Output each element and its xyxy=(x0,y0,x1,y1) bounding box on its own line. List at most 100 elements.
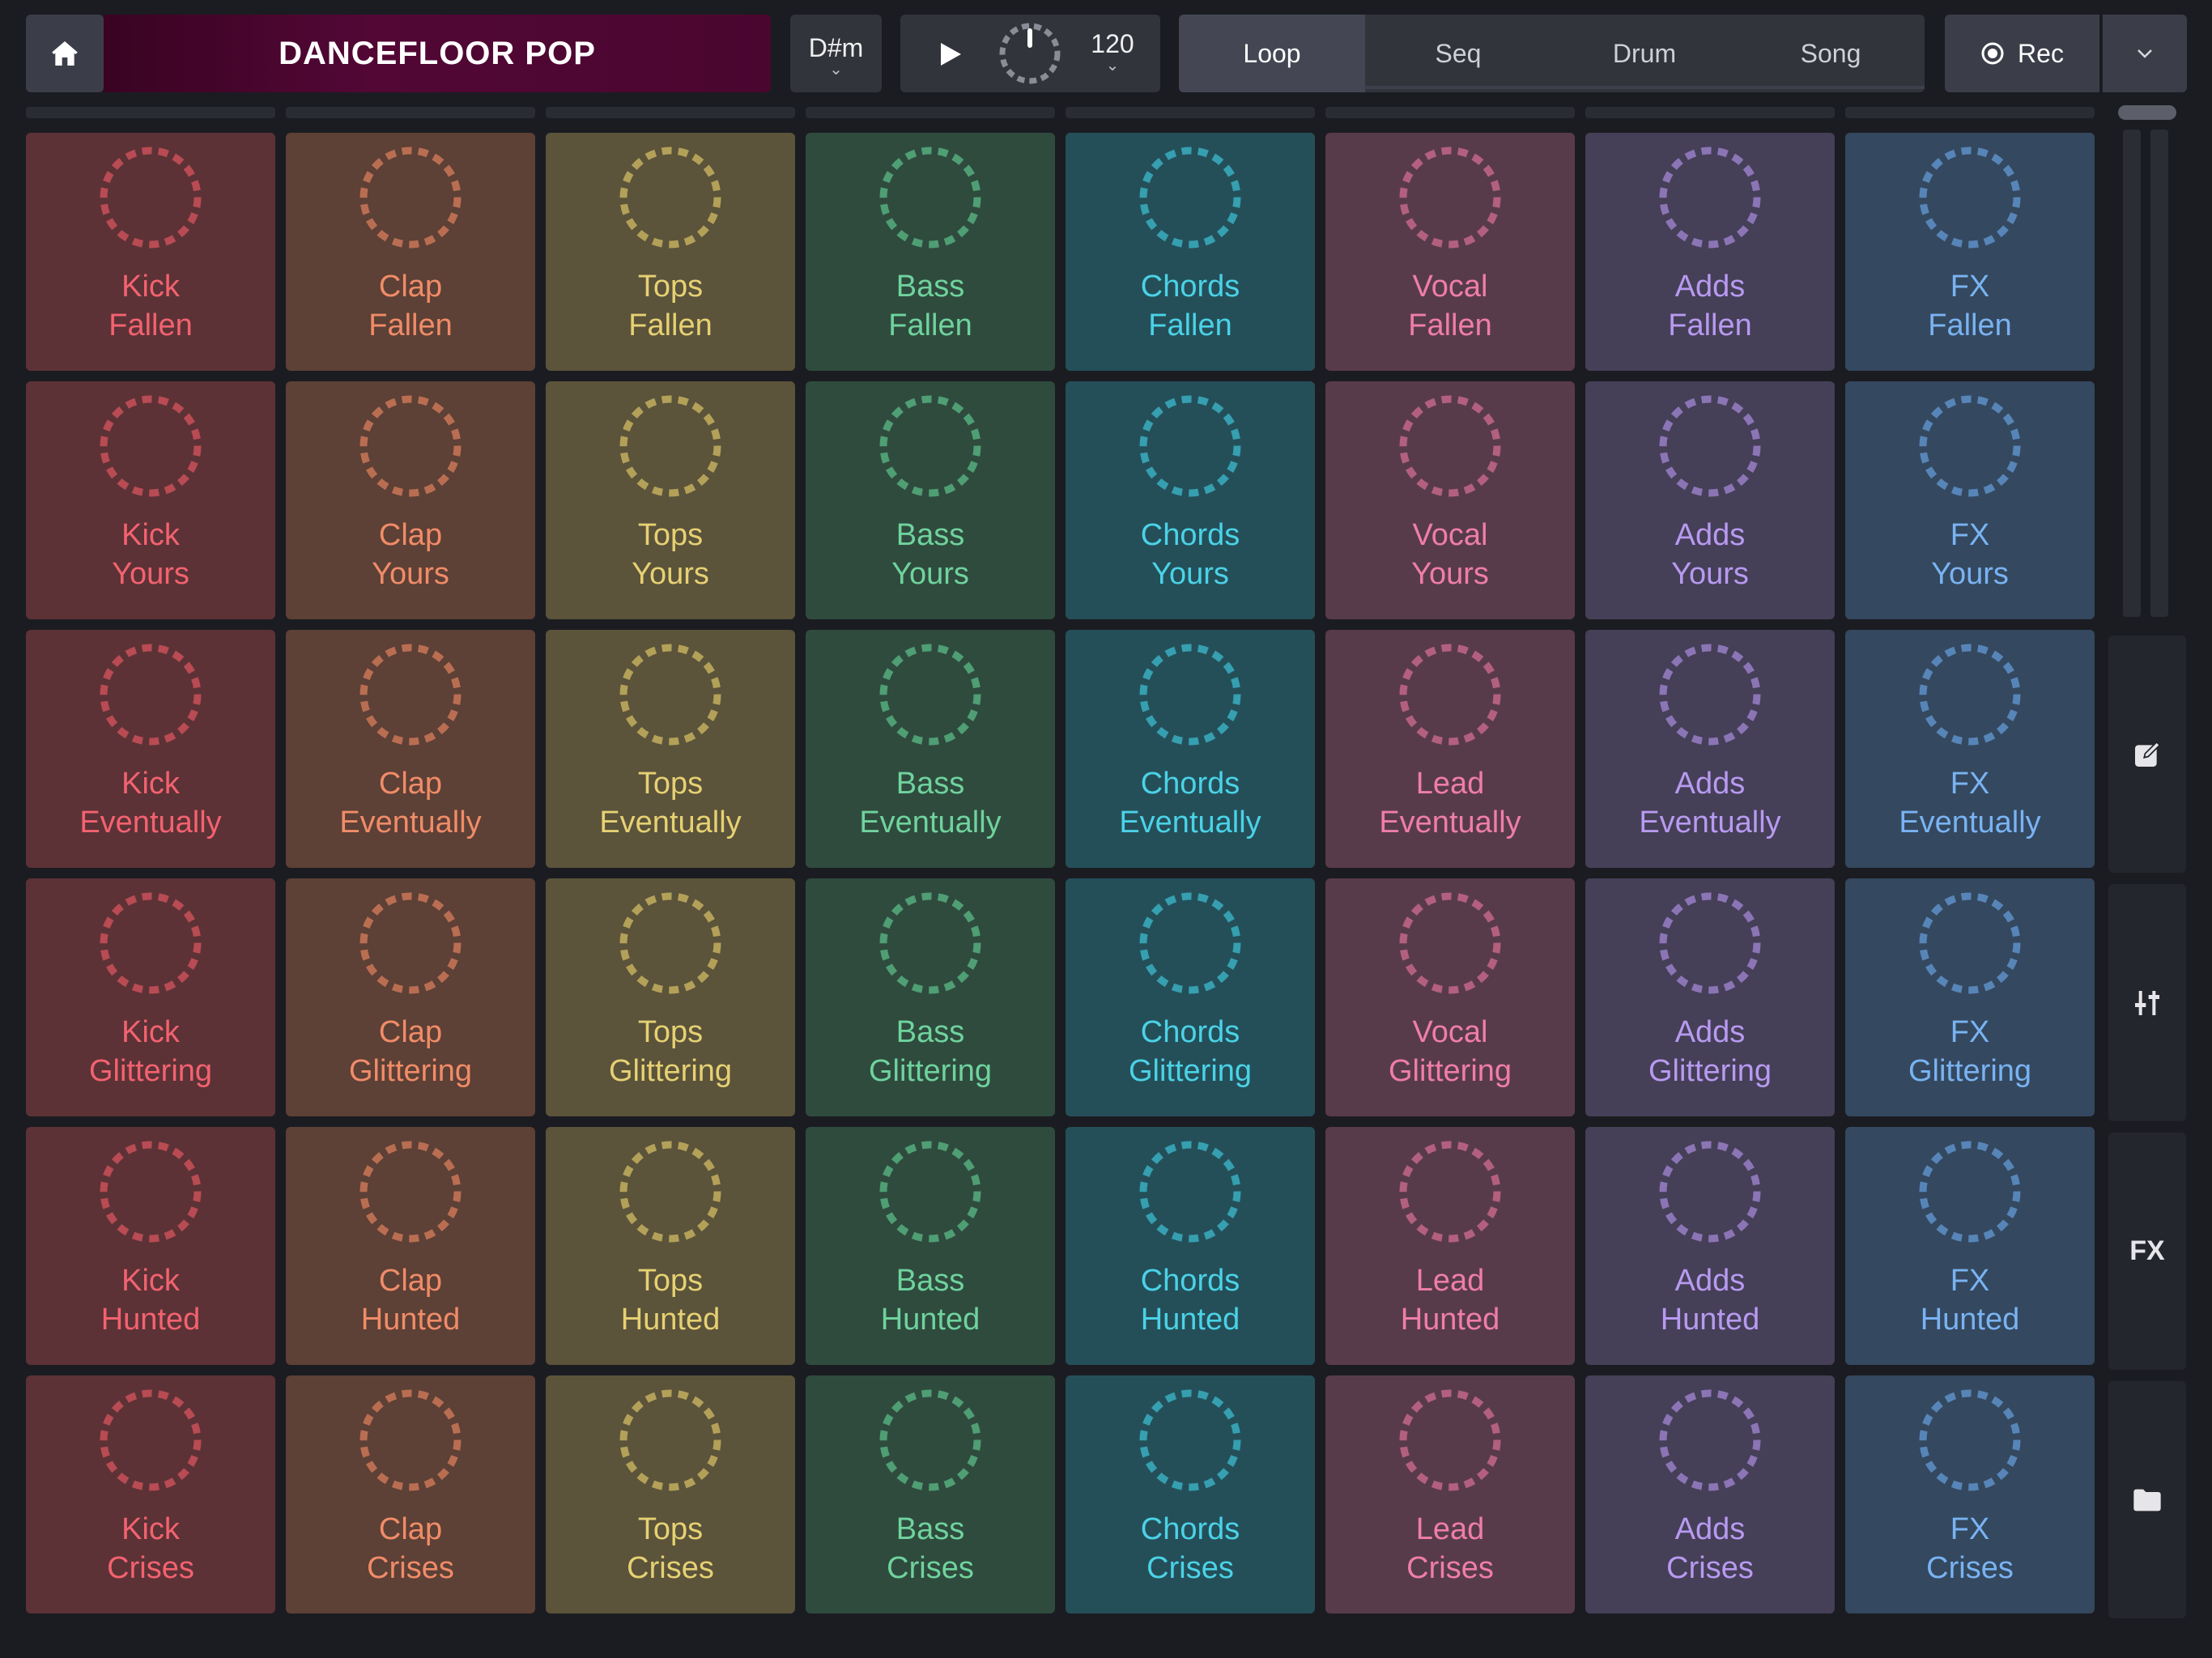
loop-pad-label: Lead Hunted xyxy=(1400,1264,1500,1337)
loop-progress-ring-icon xyxy=(1399,1141,1501,1243)
browser-button[interactable] xyxy=(2108,1381,2186,1618)
key-selector[interactable]: D#m ⌄ xyxy=(790,15,882,92)
loop-pad-label: Clap Yours xyxy=(372,518,449,591)
column-strip-vocal[interactable] xyxy=(1325,107,1575,118)
tempo-display[interactable]: 120 ⌄ xyxy=(1080,29,1145,81)
loop-pad[interactable]: FX Crises xyxy=(1845,1375,2095,1613)
tab-drum[interactable]: Drum xyxy=(1551,15,1738,92)
loop-pad[interactable]: Chords Eventually xyxy=(1066,630,1315,868)
loop-pad[interactable]: Kick Glittering xyxy=(26,878,275,1116)
loop-pad[interactable]: Bass Crises xyxy=(806,1375,1055,1613)
mixer-button[interactable] xyxy=(2108,884,2186,1121)
loop-pad-label: Bass Crises xyxy=(887,1512,974,1585)
loop-pad-label: Tops Fallen xyxy=(628,270,713,342)
loop-progress-ring-icon xyxy=(1399,644,1501,746)
loop-pad-label: Chords Hunted xyxy=(1140,1264,1240,1337)
home-icon xyxy=(52,41,78,66)
tab-seq[interactable]: Seq xyxy=(1365,15,1551,92)
loop-pad[interactable]: Vocal Yours xyxy=(1325,381,1575,619)
loop-pad[interactable]: Bass Glittering xyxy=(806,878,1055,1116)
loop-pad-label: Kick Crises xyxy=(107,1512,194,1585)
grid-scrollbar-thumb[interactable] xyxy=(2118,105,2176,120)
loop-progress-ring-icon xyxy=(1919,644,2021,746)
loop-pad-label: Bass Glittering xyxy=(868,1015,993,1088)
loop-pad[interactable]: FX Fallen xyxy=(1845,133,2095,371)
tabs-underline xyxy=(1365,86,1925,89)
loop-progress-ring-icon xyxy=(1919,1141,2021,1243)
loop-pad[interactable]: Chords Yours xyxy=(1066,381,1315,619)
record-button[interactable]: Rec xyxy=(1945,15,2099,92)
volume-meter-left xyxy=(2123,130,2141,617)
loop-pad[interactable]: Kick Hunted xyxy=(26,1127,275,1365)
loop-pad[interactable]: FX Eventually xyxy=(1845,630,2095,868)
loop-progress-ring-icon xyxy=(1659,1141,1761,1243)
loop-progress-ring-icon xyxy=(879,147,981,249)
loop-pad[interactable]: Vocal Fallen xyxy=(1325,133,1575,371)
loop-pad[interactable]: Clap Crises xyxy=(286,1375,535,1613)
loop-pad[interactable]: Tops Fallen xyxy=(546,133,795,371)
tab-loop[interactable]: Loop xyxy=(1179,15,1365,92)
loop-pad[interactable]: Tops Hunted xyxy=(546,1127,795,1365)
loop-pad[interactable]: FX Glittering xyxy=(1845,878,2095,1116)
loop-pad-label: Lead Crises xyxy=(1406,1512,1494,1585)
loop-pad[interactable]: Adds Glittering xyxy=(1585,878,1835,1116)
column-strip-adds[interactable] xyxy=(1585,107,1835,118)
loop-pad[interactable]: Bass Eventually xyxy=(806,630,1055,868)
edit-button[interactable] xyxy=(2108,636,2186,873)
loop-progress-ring-icon xyxy=(100,1141,202,1243)
loop-pad[interactable]: Lead Hunted xyxy=(1325,1127,1575,1365)
loop-pad[interactable]: Adds Crises xyxy=(1585,1375,1835,1613)
loop-pad[interactable]: Clap Eventually xyxy=(286,630,535,868)
column-strip-clap[interactable] xyxy=(286,107,535,118)
loop-pad-label: Clap Crises xyxy=(367,1512,454,1585)
loop-pad[interactable]: Adds Hunted xyxy=(1585,1127,1835,1365)
loop-pad-label: Lead Eventually xyxy=(1379,767,1521,840)
project-title[interactable]: DANCEFLOOR POP xyxy=(104,15,771,92)
loop-pad[interactable]: Chords Fallen xyxy=(1066,133,1315,371)
column-strip-chords[interactable] xyxy=(1066,107,1315,118)
loop-pad[interactable]: Vocal Glittering xyxy=(1325,878,1575,1116)
loop-pad[interactable]: Adds Fallen xyxy=(1585,133,1835,371)
column-strip-tops[interactable] xyxy=(546,107,795,118)
play-icon[interactable] xyxy=(939,42,962,66)
loop-pad[interactable]: Tops Crises xyxy=(546,1375,795,1613)
loop-progress-ring-icon xyxy=(359,892,462,994)
tab-song[interactable]: Song xyxy=(1738,15,1924,92)
loop-pad-label: Kick Hunted xyxy=(100,1264,201,1337)
column-strip-fx[interactable] xyxy=(1845,107,2095,118)
chevron-down-icon: ⌄ xyxy=(829,60,843,79)
loop-pad[interactable]: Bass Hunted xyxy=(806,1127,1055,1365)
loop-pad[interactable]: FX Yours xyxy=(1845,381,2095,619)
loop-pad[interactable]: Adds Yours xyxy=(1585,381,1835,619)
loop-pad[interactable]: Chords Crises xyxy=(1066,1375,1315,1613)
loop-pad[interactable]: Chords Glittering xyxy=(1066,878,1315,1116)
loop-progress-ring-icon xyxy=(1139,395,1241,497)
record-options-button[interactable] xyxy=(2103,15,2187,92)
home-button[interactable] xyxy=(26,15,104,92)
loop-pad-label: Bass Hunted xyxy=(880,1264,981,1337)
loop-pad[interactable]: Tops Glittering xyxy=(546,878,795,1116)
loop-pad[interactable]: FX Hunted xyxy=(1845,1127,2095,1365)
loop-progress-ring-icon xyxy=(1659,892,1761,994)
tempo-knob[interactable] xyxy=(996,19,1064,87)
loop-pad[interactable]: Lead Eventually xyxy=(1325,630,1575,868)
loop-pad[interactable]: Clap Hunted xyxy=(286,1127,535,1365)
loop-pad[interactable]: Bass Yours xyxy=(806,381,1055,619)
column-strip-bass[interactable] xyxy=(806,107,1055,118)
fx-button[interactable]: FX xyxy=(2108,1133,2186,1370)
loop-pad[interactable]: Clap Fallen xyxy=(286,133,535,371)
loop-pad[interactable]: Clap Glittering xyxy=(286,878,535,1116)
loop-pad[interactable]: Adds Eventually xyxy=(1585,630,1835,868)
loop-pad[interactable]: Lead Crises xyxy=(1325,1375,1575,1613)
loop-pad[interactable]: Tops Yours xyxy=(546,381,795,619)
loop-pad[interactable]: Kick Fallen xyxy=(26,133,275,371)
loop-pad-label: Chords Yours xyxy=(1140,518,1240,591)
loop-pad[interactable]: Kick Crises xyxy=(26,1375,275,1613)
loop-pad[interactable]: Chords Hunted xyxy=(1066,1127,1315,1365)
column-strip-kick[interactable] xyxy=(26,107,275,118)
loop-pad[interactable]: Tops Eventually xyxy=(546,630,795,868)
loop-pad[interactable]: Kick Eventually xyxy=(26,630,275,868)
loop-pad[interactable]: Bass Fallen xyxy=(806,133,1055,371)
loop-pad[interactable]: Clap Yours xyxy=(286,381,535,619)
loop-pad[interactable]: Kick Yours xyxy=(26,381,275,619)
